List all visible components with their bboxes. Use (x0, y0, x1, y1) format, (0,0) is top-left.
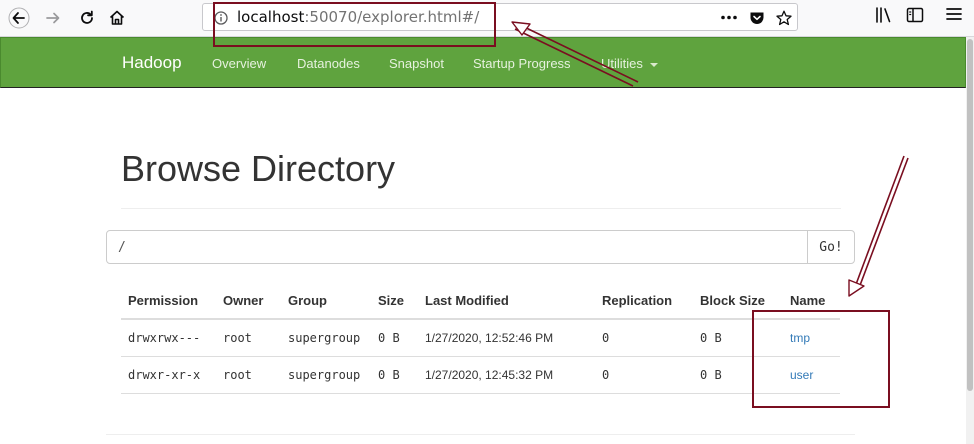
annotation-arrow-url (511, 21, 639, 87)
annotation-arrow-names (848, 155, 909, 297)
annotation-arrows (511, 21, 909, 297)
